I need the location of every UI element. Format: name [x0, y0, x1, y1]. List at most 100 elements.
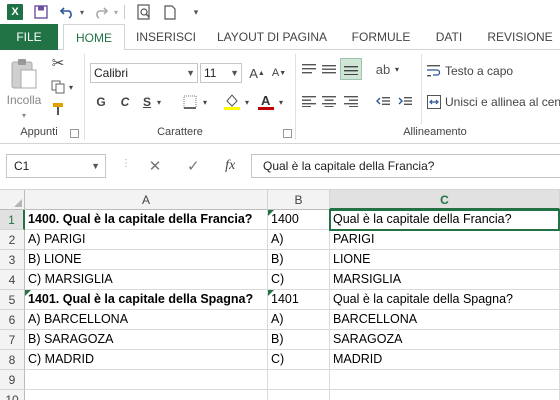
row-header[interactable]: 2: [0, 230, 25, 250]
grow-font-button[interactable]: A ▲: [248, 63, 266, 83]
font-size-select[interactable]: 11 ▼: [200, 63, 242, 83]
underline-dropdown-icon[interactable]: ▾: [155, 92, 163, 112]
shrink-font-button[interactable]: A ▼: [270, 63, 288, 83]
cell-c[interactable]: LIONE: [330, 250, 560, 270]
align-top-icon[interactable]: [300, 60, 318, 78]
merge-center-label[interactable]: Unisci e allinea al centro: [445, 94, 560, 110]
error-indicator-icon[interactable]: [268, 290, 274, 296]
cell-a[interactable]: B) SARAGOZA: [25, 330, 268, 350]
align-middle-icon[interactable]: [320, 60, 338, 78]
cell-a[interactable]: A) BARCELLONA: [25, 310, 268, 330]
cell-c[interactable]: [330, 390, 560, 400]
insert-function-icon[interactable]: fx: [225, 158, 235, 174]
increase-indent-icon[interactable]: [396, 92, 414, 110]
cell-a[interactable]: [25, 370, 268, 390]
paste-icon[interactable]: [5, 54, 43, 94]
copy-dropdown-icon[interactable]: ▾: [67, 80, 75, 94]
save-icon[interactable]: [30, 1, 52, 23]
wrap-text-label[interactable]: Testo a capo: [445, 63, 525, 79]
text-orientation-icon[interactable]: ab: [374, 60, 392, 78]
tab-revisione[interactable]: REVISIONE: [482, 24, 558, 50]
cell-c[interactable]: BARCELLONA: [330, 310, 560, 330]
cell-b[interactable]: [268, 370, 330, 390]
orientation-dropdown-icon[interactable]: ▾: [393, 60, 401, 78]
name-box[interactable]: C1 ▼: [6, 154, 106, 178]
cell-b[interactable]: A): [268, 310, 330, 330]
align-right-icon[interactable]: [342, 92, 360, 110]
print-preview-icon[interactable]: [133, 1, 155, 23]
tab-inserisci[interactable]: INSERISCI: [133, 24, 199, 50]
borders-icon[interactable]: [179, 92, 201, 112]
cell-a[interactable]: A) PARIGI: [25, 230, 268, 250]
redo-dropdown-icon[interactable]: ▾: [112, 1, 120, 23]
cell-b[interactable]: C): [268, 350, 330, 370]
column-header-c[interactable]: C: [330, 190, 560, 210]
undo-dropdown-icon[interactable]: ▾: [78, 1, 86, 23]
excel-logo-icon[interactable]: X: [4, 1, 26, 23]
cell-c[interactable]: Qual è la capitale della Spagna?: [330, 290, 560, 310]
font-color-icon[interactable]: A: [255, 90, 277, 112]
paste-dropdown-icon[interactable]: ▾: [18, 110, 30, 120]
tab-home[interactable]: HOME: [63, 24, 125, 51]
cell-b[interactable]: 1401: [268, 290, 330, 310]
row-header[interactable]: 10: [0, 390, 25, 400]
tab-layout-di-pagina[interactable]: LAYOUT DI PAGINA: [209, 24, 335, 50]
redo-icon[interactable]: [90, 1, 112, 23]
underline-button[interactable]: S: [138, 92, 156, 112]
cell-c[interactable]: SARAGOZA: [330, 330, 560, 350]
row-header[interactable]: 1: [0, 210, 25, 230]
paste-button-label[interactable]: Incolla: [2, 92, 46, 108]
cell-b[interactable]: A): [268, 230, 330, 250]
cell-c[interactable]: Qual è la capitale della Francia?: [330, 210, 560, 230]
tab-formule[interactable]: FORMULE: [344, 24, 418, 50]
cell-b[interactable]: C): [268, 270, 330, 290]
font-name-select[interactable]: Calibri ▼: [90, 63, 198, 83]
merge-center-icon[interactable]: [426, 94, 442, 110]
row-header[interactable]: 7: [0, 330, 25, 350]
cell-a[interactable]: 1400. Qual è la capitale della Francia?: [25, 210, 268, 230]
undo-icon[interactable]: [56, 1, 78, 23]
cell-a[interactable]: 1401. Qual è la capitale della Spagna?: [25, 290, 268, 310]
row-header[interactable]: 8: [0, 350, 25, 370]
cell-a[interactable]: B) LIONE: [25, 250, 268, 270]
decrease-indent-icon[interactable]: [374, 92, 392, 110]
font-dialog-launcher-icon[interactable]: [283, 129, 292, 138]
borders-dropdown-icon[interactable]: ▾: [201, 92, 209, 112]
cell-a[interactable]: C) MADRID: [25, 350, 268, 370]
formula-input[interactable]: Qual è la capitale della Francia?: [251, 154, 560, 178]
cell-b[interactable]: 1400: [268, 210, 330, 230]
cell-c[interactable]: PARIGI: [330, 230, 560, 250]
cut-icon[interactable]: ✂: [49, 54, 67, 72]
format-painter-icon[interactable]: [49, 100, 67, 118]
error-indicator-icon[interactable]: [25, 290, 31, 296]
cell-c[interactable]: [330, 370, 560, 390]
fill-color-icon[interactable]: [221, 90, 243, 112]
column-header-a[interactable]: A: [25, 190, 268, 210]
cell-b[interactable]: [268, 390, 330, 400]
error-indicator-icon[interactable]: [268, 210, 274, 216]
align-bottom-icon[interactable]: [340, 58, 362, 80]
wrap-text-icon[interactable]: [426, 63, 442, 79]
drag-handle-icon[interactable]: ⋮: [121, 158, 131, 169]
tab-file[interactable]: FILE: [0, 24, 58, 50]
row-header[interactable]: 4: [0, 270, 25, 290]
row-header[interactable]: 5: [0, 290, 25, 310]
align-left-icon[interactable]: [300, 92, 318, 110]
copy-icon[interactable]: [49, 78, 67, 96]
fill-color-dropdown-icon[interactable]: ▾: [243, 92, 251, 112]
enter-icon[interactable]: ✓: [187, 157, 200, 175]
cell-a[interactable]: [25, 390, 268, 400]
clipboard-dialog-launcher-icon[interactable]: [70, 129, 79, 138]
customize-toolbar-icon[interactable]: ▾: [185, 1, 207, 23]
cell-b[interactable]: B): [268, 330, 330, 350]
cell-b[interactable]: B): [268, 250, 330, 270]
select-all-button[interactable]: [0, 190, 25, 210]
bold-button[interactable]: G: [92, 92, 110, 112]
align-center-icon[interactable]: [320, 92, 338, 110]
italic-button[interactable]: C: [116, 92, 134, 112]
new-file-icon[interactable]: [159, 1, 181, 23]
tab-dati[interactable]: DATI: [428, 24, 470, 50]
row-header[interactable]: 3: [0, 250, 25, 270]
column-header-b[interactable]: B: [268, 190, 330, 210]
cancel-icon[interactable]: ✕: [149, 157, 162, 175]
